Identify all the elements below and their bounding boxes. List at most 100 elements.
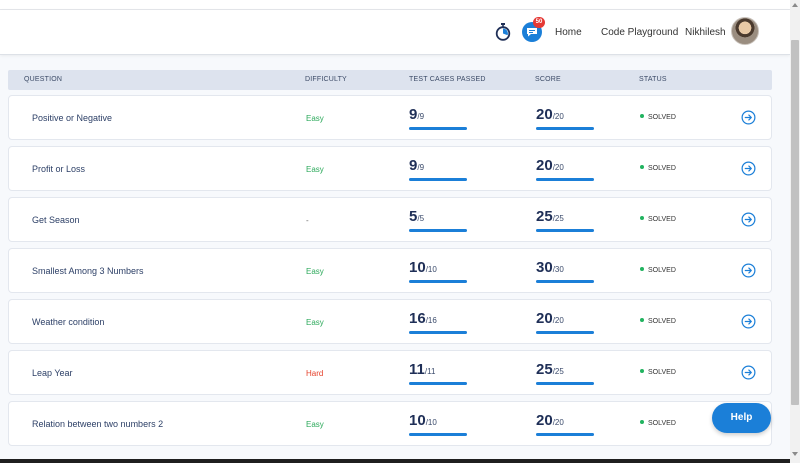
help-button[interactable]: Help bbox=[712, 403, 771, 433]
question-title[interactable]: Smallest Among 3 Numbers bbox=[32, 266, 144, 276]
score-progress-bar bbox=[536, 331, 594, 334]
test-cases-total: /9 bbox=[417, 112, 425, 121]
question-title[interactable]: Weather condition bbox=[32, 317, 104, 327]
score-progress-fill bbox=[536, 433, 594, 436]
test-cases-total: /16 bbox=[425, 316, 437, 325]
score-progress-fill bbox=[536, 127, 594, 130]
header-difficulty: DIFFICULTY bbox=[305, 76, 347, 83]
nav-home-link[interactable]: Home bbox=[555, 27, 582, 38]
status-text: SOLVED bbox=[648, 216, 676, 223]
score-total: /20 bbox=[552, 316, 564, 325]
score-value: 20 bbox=[536, 412, 553, 429]
score-progress-bar bbox=[536, 280, 594, 283]
test-cases-progress-bar bbox=[409, 280, 467, 283]
test-cases-progress-fill bbox=[409, 280, 467, 283]
question-title[interactable]: Relation between two numbers 2 bbox=[32, 419, 163, 429]
header-status: STATUS bbox=[639, 76, 667, 83]
test-cases-metric: 16/16 bbox=[409, 310, 467, 334]
test-cases-progress-bar bbox=[409, 178, 467, 181]
test-cases-progress-fill bbox=[409, 382, 467, 385]
score-progress-bar bbox=[536, 127, 594, 130]
difficulty-label: Easy bbox=[306, 165, 324, 174]
test-cases-progress-bar bbox=[409, 331, 467, 334]
table-row[interactable]: Relation between two numbers 2 Easy 10/10 2… bbox=[8, 401, 772, 446]
test-cases-progress-fill bbox=[409, 433, 467, 436]
avatar[interactable] bbox=[731, 17, 759, 45]
score-value: 25 bbox=[536, 361, 553, 378]
arrow-circle-right-icon[interactable] bbox=[741, 161, 756, 176]
score-progress-fill bbox=[536, 280, 594, 283]
arrow-circle-right-icon[interactable] bbox=[741, 314, 756, 329]
difficulty-label: Easy bbox=[306, 318, 324, 327]
difficulty-label: Hard bbox=[306, 369, 324, 378]
score-progress-bar bbox=[536, 382, 594, 385]
score-total: /20 bbox=[552, 163, 564, 172]
test-cases-progress-bar bbox=[409, 229, 467, 232]
difficulty-label: - bbox=[306, 216, 309, 225]
status-badge: SOLVED bbox=[640, 165, 676, 172]
user-name[interactable]: Nikhilesh bbox=[685, 27, 726, 38]
table-row[interactable]: Smallest Among 3 Numbers Easy 10/10 30/30 SO… bbox=[8, 248, 772, 293]
status-badge: SOLVED bbox=[640, 267, 676, 274]
header-score: SCORE bbox=[535, 76, 561, 83]
status-text: SOLVED bbox=[648, 114, 676, 121]
stopwatch-icon[interactable] bbox=[495, 23, 511, 41]
status-dot-icon bbox=[640, 267, 644, 271]
scroll-up-arrow[interactable] bbox=[792, 3, 798, 7]
test-cases-total: /5 bbox=[417, 214, 425, 223]
score-progress-bar bbox=[536, 178, 594, 181]
top-navbar: 50 Home Code Playground Nikhilesh bbox=[0, 10, 790, 55]
test-cases-progress-bar bbox=[409, 382, 467, 385]
table-row[interactable]: Profit or Loss Easy 9/9 20/20 SOLVED bbox=[8, 146, 772, 191]
difficulty-label: Easy bbox=[306, 267, 324, 276]
window-bottom-edge bbox=[0, 459, 790, 463]
score-metric: 25/25 bbox=[536, 208, 594, 232]
arrow-circle-right-icon[interactable] bbox=[741, 263, 756, 278]
scroll-down-arrow[interactable] bbox=[792, 452, 798, 456]
status-text: SOLVED bbox=[648, 420, 676, 427]
test-cases-metric: 10/10 bbox=[409, 412, 467, 436]
notification-badge: 50 bbox=[533, 17, 545, 28]
table-row[interactable]: Get Season - 5/5 25/25 SOLVED bbox=[8, 197, 772, 242]
score-total: /25 bbox=[552, 214, 564, 223]
arrow-circle-right-icon[interactable] bbox=[741, 110, 756, 125]
test-cases-passed: 10 bbox=[409, 259, 426, 276]
question-title[interactable]: Positive or Negative bbox=[32, 113, 112, 123]
score-progress-fill bbox=[536, 178, 594, 181]
score-metric: 20/20 bbox=[536, 157, 594, 181]
score-metric: 20/20 bbox=[536, 106, 594, 130]
arrow-circle-right-icon[interactable] bbox=[741, 365, 756, 380]
score-metric: 25/25 bbox=[536, 361, 594, 385]
question-title[interactable]: Profit or Loss bbox=[32, 164, 85, 174]
score-total: /25 bbox=[552, 367, 564, 376]
question-title[interactable]: Get Season bbox=[32, 215, 80, 225]
table-row[interactable]: Leap Year Hard 11/11 25/25 SOLVED bbox=[8, 350, 772, 395]
table-row[interactable]: Positive or Negative Easy 9/9 20/20 SOLVED bbox=[8, 95, 772, 140]
score-value: 20 bbox=[536, 106, 553, 123]
status-dot-icon bbox=[640, 318, 644, 322]
test-cases-progress-fill bbox=[409, 331, 467, 334]
scrollbar-thumb[interactable] bbox=[791, 40, 799, 405]
arrow-circle-right-icon[interactable] bbox=[741, 212, 756, 227]
status-text: SOLVED bbox=[648, 165, 676, 172]
score-value: 20 bbox=[536, 157, 553, 174]
question-title[interactable]: Leap Year bbox=[32, 368, 73, 378]
table-row[interactable]: Weather condition Easy 16/16 20/20 SOLVED bbox=[8, 299, 772, 344]
status-dot-icon bbox=[640, 114, 644, 118]
test-cases-passed: 16 bbox=[409, 310, 426, 327]
table-header: QUESTION DIFFICULTY TEST CASES PASSED SC… bbox=[8, 70, 772, 90]
status-dot-icon bbox=[640, 420, 644, 424]
test-cases-metric: 11/11 bbox=[409, 361, 467, 385]
status-badge: SOLVED bbox=[640, 114, 676, 121]
header-question: QUESTION bbox=[24, 76, 63, 83]
nav-code-playground-link[interactable]: Code Playground bbox=[601, 27, 678, 38]
status-badge: SOLVED bbox=[640, 420, 676, 427]
browser-top-strip bbox=[0, 0, 790, 10]
test-cases-total: /10 bbox=[425, 265, 437, 274]
score-progress-bar bbox=[536, 433, 594, 436]
page-scrollbar[interactable] bbox=[790, 0, 800, 463]
status-dot-icon bbox=[640, 369, 644, 373]
test-cases-metric: 9/9 bbox=[409, 157, 467, 181]
test-cases-progress-bar bbox=[409, 433, 467, 436]
score-value: 20 bbox=[536, 310, 553, 327]
